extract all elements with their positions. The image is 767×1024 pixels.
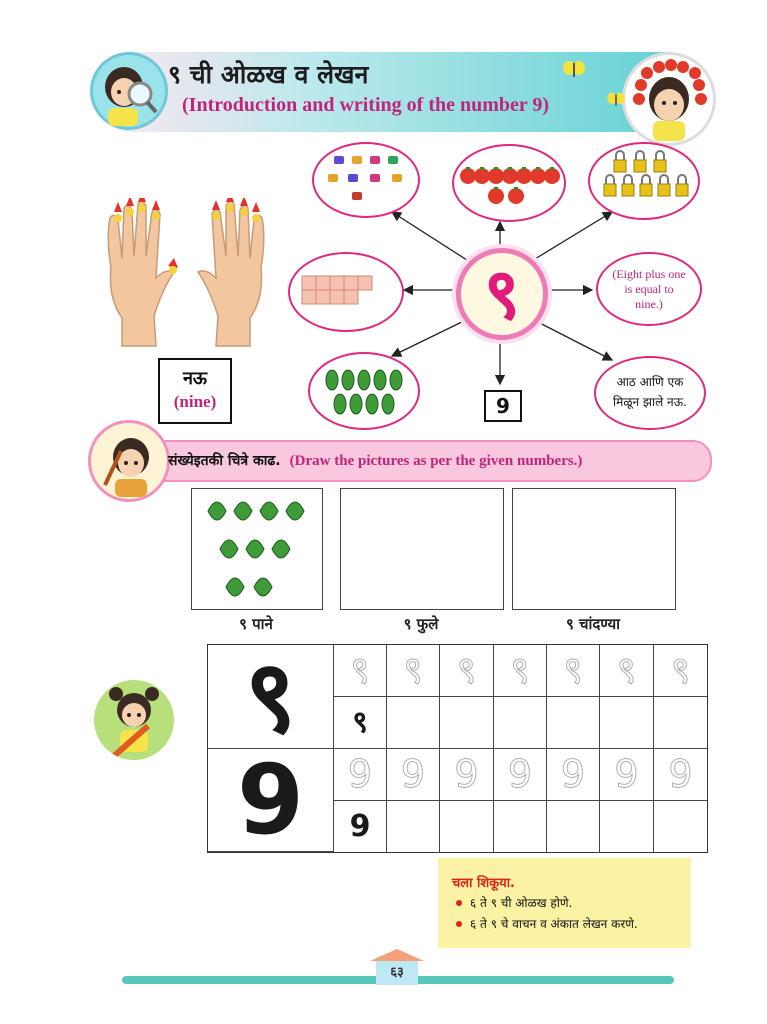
instruction-text-en: (Draw the pictures as per the given numb…	[289, 453, 583, 469]
model-digit-devanagari: ९	[244, 638, 297, 755]
trace-cell[interactable]: ९	[387, 645, 440, 697]
write-cell[interactable]	[440, 697, 494, 749]
write-cell[interactable]	[654, 801, 707, 852]
ellipse-addition-text-en: (Eight plus one is equal to nine.)	[596, 252, 702, 326]
ellipse-erasers	[312, 142, 420, 218]
trace-cell[interactable]: ९	[600, 645, 654, 697]
draw-box-flowers[interactable]	[340, 488, 504, 610]
trace-cell[interactable]: ९	[547, 645, 600, 697]
model-cell-devanagari: ९	[208, 645, 334, 749]
write-cell[interactable]	[654, 697, 707, 749]
write-cell-example: 9	[334, 801, 387, 852]
girl-with-pencil-illustration	[94, 680, 174, 760]
write-cell[interactable]	[494, 801, 547, 852]
trace-cell[interactable]: ९	[440, 645, 494, 697]
learning-item: ६ ते ९ ची ओळख होणे.	[470, 896, 573, 910]
numeral-box-nine: 9	[484, 390, 522, 422]
hub-digit-nine: ९	[483, 253, 521, 335]
ellipse-addition-text-mr: आठ आणि एक मिळून झाले नऊ.	[594, 356, 706, 430]
model-cell-roman: 9	[208, 749, 334, 852]
model-digit-roman: 9	[237, 744, 304, 856]
trace-cell[interactable]: ९	[334, 645, 387, 697]
draw-box-stars[interactable]	[512, 488, 676, 610]
learning-item: ६ ते ९ चे वाचन व अंकात लेखन करणे.	[470, 917, 638, 931]
girl-with-brush-illustration	[88, 420, 170, 502]
trace-cell[interactable]: 9	[387, 749, 440, 801]
addition-mr-line-2: मिळून झाले नऊ.	[613, 395, 687, 409]
addition-line-1: (Eight plus one	[612, 267, 686, 281]
page-number: ६३	[390, 965, 404, 980]
ellipse-padlocks	[588, 142, 700, 220]
learning-title: चला शिकूया.	[452, 876, 515, 891]
hub-circle: ९	[456, 248, 548, 340]
trace-cell[interactable]: 9	[334, 749, 387, 801]
trace-cell[interactable]: ९	[654, 645, 707, 697]
ellipse-tomatoes	[452, 144, 566, 222]
addition-mr-line-1: आठ आणि एक	[616, 375, 684, 389]
draw-label-stars: ९ चांदण्या	[565, 615, 621, 633]
write-cell[interactable]	[547, 801, 600, 852]
trace-cell[interactable]: 9	[494, 749, 547, 801]
write-cell[interactable]	[600, 697, 654, 749]
draw-label-flowers: ९ फुले	[403, 615, 439, 633]
write-cell[interactable]	[547, 697, 600, 749]
ellipse-leaves	[308, 352, 420, 430]
bullet-icon	[456, 900, 462, 906]
tracing-grid: ९ 9 ९ ९ ९ ९ ९ ९ ९ ९ 9 9 9 9 9 9 9 9	[207, 644, 708, 853]
write-cell[interactable]	[387, 697, 440, 749]
trace-cell[interactable]: ९	[494, 645, 547, 697]
bullet-icon	[456, 921, 462, 927]
write-cell[interactable]	[600, 801, 654, 852]
draw-label-leaves: ९ पाने	[239, 615, 273, 633]
instruction-text-mr: संख्येइतकी चित्रे काढ.	[168, 453, 281, 469]
ellipse-unit-cubes	[288, 252, 404, 332]
write-cell[interactable]	[440, 801, 494, 852]
trace-cell[interactable]: 9	[440, 749, 494, 801]
write-cell[interactable]	[387, 801, 440, 852]
addition-line-2: is equal to	[624, 282, 674, 296]
trace-cell[interactable]: 9	[654, 749, 707, 801]
trace-cell[interactable]: 9	[600, 749, 654, 801]
write-cell-example: ९	[334, 697, 387, 749]
draw-box-leaves	[191, 488, 323, 610]
write-cell[interactable]	[494, 697, 547, 749]
trace-cell[interactable]: 9	[547, 749, 600, 801]
addition-line-3: nine.)	[635, 297, 663, 311]
